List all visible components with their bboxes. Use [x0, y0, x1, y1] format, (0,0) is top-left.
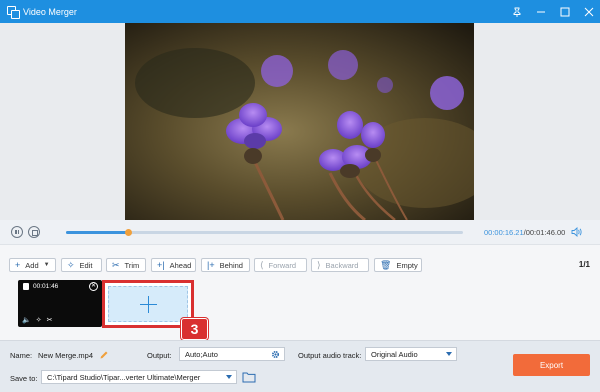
forward-label: Forward — [268, 260, 297, 270]
trash-icon: 🗑 — [380, 259, 392, 270]
stop-icon[interactable] — [28, 226, 40, 238]
audio-track-label: Output audio track: — [298, 351, 362, 360]
trim-label: Trim — [124, 260, 140, 270]
remove-clip-icon[interactable]: ✕ — [89, 282, 98, 291]
output-settings-panel: Name: New Merge.mp4 Output: Auto;Auto Ou… — [0, 340, 600, 392]
empty-label: Empty — [396, 260, 418, 270]
video-preview-area — [0, 23, 600, 220]
ahead-label: Ahead — [169, 260, 192, 270]
clip-duration: 00:01:46 — [23, 283, 58, 290]
minimize-icon[interactable] — [534, 5, 548, 19]
file-name: New Merge.mp4 — [38, 351, 94, 360]
behind-button[interactable]: |+ Behind — [201, 258, 250, 272]
folder-icon[interactable] — [242, 371, 256, 385]
edit-button[interactable]: ✧ Edit — [61, 258, 102, 272]
move-backward-icon: ⟩ — [317, 259, 321, 270]
clip-audio-icon[interactable]: 🔈 — [22, 316, 31, 324]
insert-behind-icon: |+ — [207, 259, 215, 270]
window-controls — [510, 0, 596, 23]
save-to-label: Save to: — [10, 374, 38, 383]
magic-wand-icon: ✧ — [67, 259, 75, 270]
toolbar: + Add ▼ ✧ Edit ✂ Trim +| Ahead |+ Behind ⟨ Forw… — [0, 245, 600, 280]
add-label: Add — [25, 260, 39, 270]
trim-button[interactable]: ✂ Trim — [106, 258, 146, 272]
merge-windows-icon — [7, 6, 20, 19]
add-clip-area[interactable] — [108, 286, 188, 322]
playback-bar: 00:00:16.21/00:01:46.00 — [0, 220, 600, 245]
chevron-down-icon[interactable]: ▼ — [44, 262, 50, 268]
title-bar: Video Merger — [0, 0, 600, 23]
clip-effect-icon[interactable]: ✧ — [36, 316, 42, 324]
gear-icon[interactable] — [271, 350, 280, 360]
backward-label: Backward — [325, 260, 359, 270]
maximize-icon[interactable] — [558, 5, 572, 19]
empty-button[interactable]: 🗑 Empty — [374, 258, 422, 272]
film-icon — [23, 283, 29, 290]
name-label: Name: — [10, 351, 33, 360]
step-badge: 3 — [181, 318, 208, 340]
volume-icon[interactable] — [571, 226, 582, 238]
add-button[interactable]: + Add ▼ — [9, 258, 56, 272]
move-forward-icon: ⟨ — [260, 259, 264, 270]
clip-trim-icon[interactable]: ✂ — [47, 316, 53, 324]
edit-pencil-icon[interactable] — [99, 350, 109, 360]
plus-icon — [139, 295, 157, 313]
current-time: 00:00:16.21 — [484, 228, 524, 237]
audio-track-select[interactable]: Original Audio — [365, 347, 457, 361]
pause-icon[interactable] — [11, 226, 23, 238]
plus-icon: + — [15, 259, 21, 270]
scissors-icon: ✂ — [112, 259, 120, 270]
timecode: 00:00:16.21/00:01:46.00 — [484, 228, 565, 237]
ahead-button[interactable]: +| Ahead — [151, 258, 196, 272]
forward-button[interactable]: ⟨ Forward — [254, 258, 307, 272]
backward-button[interactable]: ⟩ Backward — [311, 258, 369, 272]
progress-handle[interactable] — [124, 229, 132, 236]
output-label: Output: — [147, 351, 172, 360]
edit-label: Edit — [79, 260, 93, 270]
export-button[interactable]: Export — [513, 354, 590, 376]
clip-strip: 00:01:46 ✕ 🔈 ✧ ✂ 3 — [0, 280, 600, 340]
video-frame[interactable] — [125, 23, 474, 220]
behind-label: Behind — [219, 260, 243, 270]
pin-icon[interactable] — [510, 5, 524, 19]
output-format-field[interactable]: Auto;Auto — [179, 347, 285, 361]
window-title: Video Merger — [23, 6, 77, 17]
insert-ahead-icon: +| — [157, 259, 165, 270]
chevron-down-icon — [226, 375, 232, 379]
chevron-down-icon — [446, 352, 452, 356]
video-clip-thumbnail[interactable]: 00:01:46 ✕ 🔈 ✧ ✂ — [18, 280, 102, 327]
page-counter: 1/1 — [578, 260, 590, 269]
progress-slider[interactable] — [66, 229, 463, 236]
clip-tools: 🔈 ✧ ✂ — [22, 316, 52, 324]
flower-video-image — [125, 23, 474, 220]
progress-fill — [66, 231, 128, 234]
save-path-select[interactable]: C:\Tipard Studio\Tipar...verter Ultimate… — [41, 370, 237, 384]
total-time: /00:01:46.00 — [523, 228, 566, 237]
close-icon[interactable] — [582, 5, 596, 19]
